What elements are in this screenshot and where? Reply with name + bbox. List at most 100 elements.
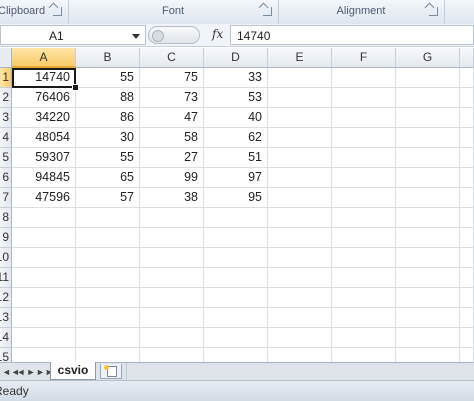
- select-all-button[interactable]: [0, 48, 12, 68]
- cell-h10[interactable]: [460, 248, 474, 268]
- row-header-7[interactable]: 7: [0, 188, 12, 208]
- cell-b12[interactable]: [76, 288, 140, 308]
- cell-e1[interactable]: [268, 68, 332, 88]
- row-header-2[interactable]: 2: [0, 88, 12, 108]
- row-header-13[interactable]: 13: [0, 308, 12, 328]
- insert-sheet-icon[interactable]: [100, 364, 122, 379]
- cell-c15[interactable]: [140, 348, 204, 362]
- cell-d4[interactable]: 62: [204, 128, 268, 148]
- column-header-b[interactable]: B: [76, 48, 140, 68]
- cell-h11[interactable]: [460, 268, 474, 288]
- cell-g6[interactable]: [396, 168, 460, 188]
- cell-g11[interactable]: [396, 268, 460, 288]
- cell-d14[interactable]: [204, 328, 268, 348]
- cell-e13[interactable]: [268, 308, 332, 328]
- cell-d9[interactable]: [204, 228, 268, 248]
- formula-input[interactable]: 14740: [230, 25, 474, 45]
- cell-a7[interactable]: 47596: [12, 188, 76, 208]
- first-sheet-icon[interactable]: ◄◄: [2, 366, 20, 378]
- cell-g10[interactable]: [396, 248, 460, 268]
- dialog-launcher-icon[interactable]: [263, 7, 272, 16]
- row-header-10[interactable]: 10: [0, 248, 12, 268]
- row-header-4[interactable]: 4: [0, 128, 12, 148]
- column-header-d[interactable]: D: [204, 48, 268, 68]
- cell-b2[interactable]: 88: [76, 88, 140, 108]
- cell-c1[interactable]: 75: [140, 68, 204, 88]
- cell-g13[interactable]: [396, 308, 460, 328]
- fill-handle[interactable]: [72, 84, 79, 91]
- cell-g8[interactable]: [396, 208, 460, 228]
- cell-g9[interactable]: [396, 228, 460, 248]
- row-header-8[interactable]: 8: [0, 208, 12, 228]
- formula-bar-resize-handle[interactable]: [148, 26, 200, 44]
- cell-d12[interactable]: [204, 288, 268, 308]
- cell-d13[interactable]: [204, 308, 268, 328]
- cell-c14[interactable]: [140, 328, 204, 348]
- cell-d7[interactable]: 95: [204, 188, 268, 208]
- column-header-f[interactable]: F: [332, 48, 396, 68]
- cell-f5[interactable]: [332, 148, 396, 168]
- cell-a4[interactable]: 48054: [12, 128, 76, 148]
- cell-b11[interactable]: [76, 268, 140, 288]
- row-header-12[interactable]: 12: [0, 288, 12, 308]
- insert-function-icon[interactable]: fx: [212, 27, 223, 41]
- cell-h1[interactable]: [460, 68, 474, 88]
- cell-e6[interactable]: [268, 168, 332, 188]
- cell-c8[interactable]: [140, 208, 204, 228]
- cell-d10[interactable]: [204, 248, 268, 268]
- cell-h3[interactable]: [460, 108, 474, 128]
- cell-g15[interactable]: [396, 348, 460, 362]
- cell-a9[interactable]: [12, 228, 76, 248]
- cell-c2[interactable]: 73: [140, 88, 204, 108]
- cell-e9[interactable]: [268, 228, 332, 248]
- cell-h6[interactable]: [460, 168, 474, 188]
- row-header-9[interactable]: 9: [0, 228, 12, 248]
- column-header-a[interactable]: A: [12, 48, 76, 68]
- chevron-down-icon[interactable]: [132, 34, 140, 39]
- cell-g3[interactable]: [396, 108, 460, 128]
- row-header-3[interactable]: 3: [0, 108, 12, 128]
- cell-e2[interactable]: [268, 88, 332, 108]
- cell-e12[interactable]: [268, 288, 332, 308]
- cell-d1[interactable]: 33: [204, 68, 268, 88]
- cell-d15[interactable]: [204, 348, 268, 362]
- cell-b1[interactable]: 55: [76, 68, 140, 88]
- cell-b15[interactable]: [76, 348, 140, 362]
- cell-f13[interactable]: [332, 308, 396, 328]
- row-header-11[interactable]: 11: [0, 268, 12, 288]
- worksheet-grid[interactable]: A B C D E F G 1 14740 55 75 33 2 76406 88 73 53 3 34220 86 4…: [0, 48, 474, 362]
- cell-a10[interactable]: [12, 248, 76, 268]
- cell-c12[interactable]: [140, 288, 204, 308]
- cell-c4[interactable]: 58: [140, 128, 204, 148]
- cell-e11[interactable]: [268, 268, 332, 288]
- row-header-6[interactable]: 6: [0, 168, 12, 188]
- cell-e7[interactable]: [268, 188, 332, 208]
- cell-d11[interactable]: [204, 268, 268, 288]
- cell-c13[interactable]: [140, 308, 204, 328]
- cell-f9[interactable]: [332, 228, 396, 248]
- last-sheet-icon[interactable]: ►►: [36, 366, 54, 378]
- cell-a15[interactable]: [12, 348, 76, 362]
- cell-g1[interactable]: [396, 68, 460, 88]
- cell-h2[interactable]: [460, 88, 474, 108]
- cell-e15[interactable]: [268, 348, 332, 362]
- row-header-15[interactable]: 15: [0, 348, 12, 362]
- cell-h7[interactable]: [460, 188, 474, 208]
- cell-b7[interactable]: 57: [76, 188, 140, 208]
- cell-h8[interactable]: [460, 208, 474, 228]
- row-header-14[interactable]: 14: [0, 328, 12, 348]
- cell-f2[interactable]: [332, 88, 396, 108]
- cell-e8[interactable]: [268, 208, 332, 228]
- cell-e5[interactable]: [268, 148, 332, 168]
- cell-a11[interactable]: [12, 268, 76, 288]
- cell-f1[interactable]: [332, 68, 396, 88]
- cell-f6[interactable]: [332, 168, 396, 188]
- cell-b13[interactable]: [76, 308, 140, 328]
- cell-f14[interactable]: [332, 328, 396, 348]
- cell-h13[interactable]: [460, 308, 474, 328]
- cell-d5[interactable]: 51: [204, 148, 268, 168]
- cell-c9[interactable]: [140, 228, 204, 248]
- cell-g7[interactable]: [396, 188, 460, 208]
- column-header-c[interactable]: C: [140, 48, 204, 68]
- name-box[interactable]: A1: [0, 25, 146, 45]
